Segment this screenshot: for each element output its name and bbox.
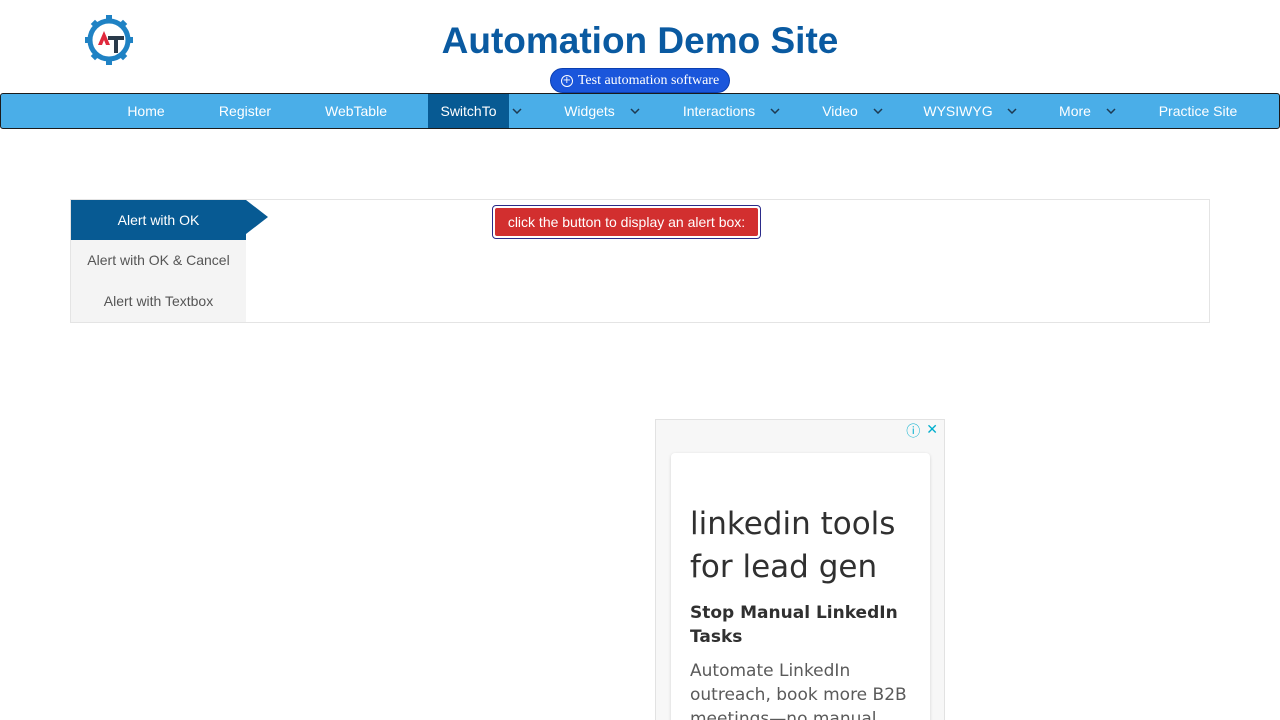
advertisement[interactable]: ⓘ ✕ linkedin tools for lead gen Stop Man… [655, 419, 945, 720]
nav-home[interactable]: Home [112, 94, 180, 128]
main-navbar: Home Register WebTable SwitchTo Widgets … [0, 93, 1280, 129]
alert-tabs: Alert with OK Alert with OK & Cancel Ale… [71, 200, 246, 322]
tab-alert-with-ok-cancel[interactable]: Alert with OK & Cancel [71, 240, 246, 280]
chevron-down-icon[interactable] [1006, 94, 1018, 128]
test-automation-badge[interactable]: + Test automation software [550, 68, 730, 93]
nav-more[interactable]: More [1047, 94, 1103, 128]
nav-register[interactable]: Register [205, 94, 285, 128]
ad-headline: linkedin tools for lead gen [690, 506, 896, 585]
chevron-down-icon[interactable] [872, 94, 884, 128]
plus-circle-icon: + [560, 74, 573, 87]
ad-subheadline: Stop Manual LinkedIn Tasks [690, 603, 898, 647]
display-alert-button[interactable]: click the button to display an alert box… [492, 205, 761, 239]
chevron-down-icon[interactable] [511, 94, 523, 128]
site-title: Automation Demo Site [441, 20, 839, 61]
nav-switchto[interactable]: SwitchTo [428, 94, 509, 128]
nav-practice-site[interactable]: Practice Site [1147, 94, 1249, 128]
alert-button-label: click the button to display an alert box… [495, 208, 758, 236]
ad-body: Automate LinkedIn outreach, book more B2… [690, 661, 907, 720]
nav-webtable[interactable]: WebTable [311, 94, 401, 128]
ad-card[interactable]: linkedin tools for lead gen Stop Manual … [671, 453, 930, 720]
badge-label: Test automation software [577, 72, 720, 88]
info-icon[interactable]: ⓘ [906, 421, 920, 441]
nav-interactions[interactable]: Interactions [671, 94, 767, 128]
active-tab-arrow [246, 200, 268, 234]
chevron-down-icon[interactable] [1105, 94, 1117, 128]
chevron-down-icon[interactable] [629, 94, 641, 128]
nav-video[interactable]: Video [811, 94, 869, 128]
nav-wysiwyg[interactable]: WYSIWYG [913, 94, 1003, 128]
tab-alert-with-ok[interactable]: Alert with OK [71, 200, 246, 240]
chevron-down-icon[interactable] [769, 94, 781, 128]
nav-widgets[interactable]: Widgets [551, 94, 628, 128]
tab-alert-with-textbox[interactable]: Alert with Textbox [71, 281, 246, 321]
close-icon[interactable]: ✕ [926, 421, 938, 441]
